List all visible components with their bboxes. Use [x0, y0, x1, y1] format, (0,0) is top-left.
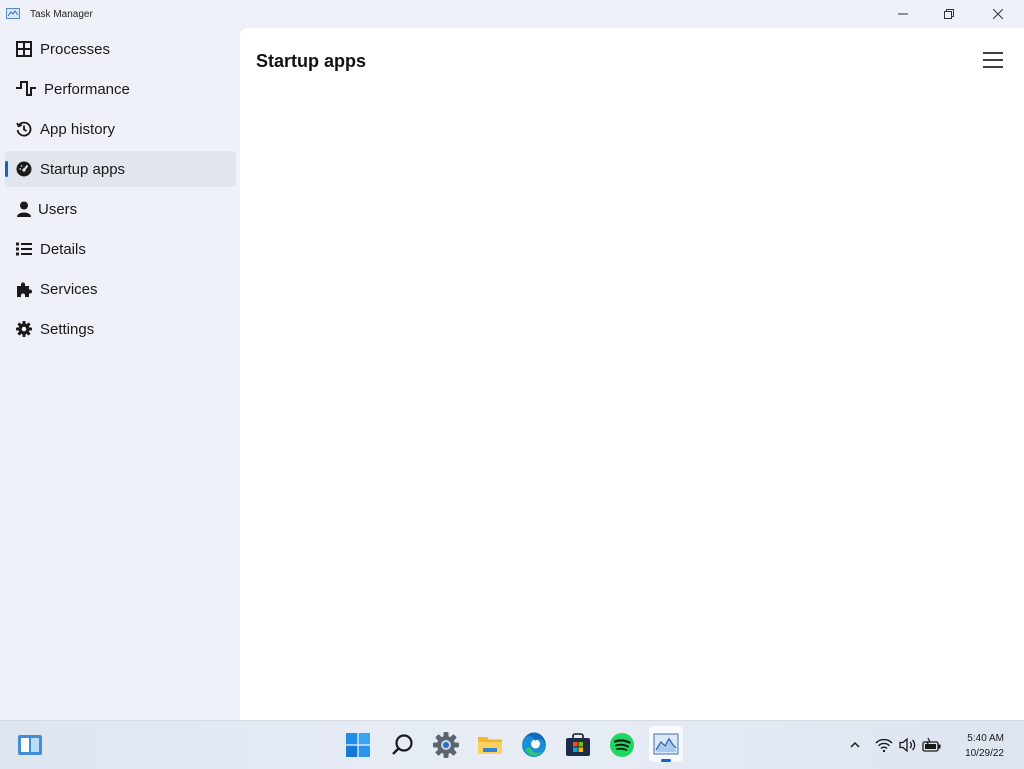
spotify-icon	[610, 733, 634, 757]
history-clock-icon	[16, 121, 32, 137]
sidebar-item-label: Settings	[40, 321, 95, 338]
sidebar-item-startup-apps[interactable]: Startup apps	[5, 151, 236, 187]
taskbar-widgets[interactable]	[14, 729, 46, 761]
battery-icon	[922, 737, 941, 752]
sidebar-item-processes[interactable]: Processes	[5, 31, 236, 67]
settings-icon	[433, 732, 459, 758]
services-puzzle-icon	[17, 282, 32, 297]
menu-hamburger-icon[interactable]	[982, 50, 1004, 70]
taskbar-edge[interactable]	[518, 729, 550, 761]
clock-date: 10/29/22	[965, 748, 1004, 759]
page-title: Startup apps	[256, 51, 367, 71]
close-icon	[993, 9, 1003, 19]
taskbar-task-manager[interactable]	[649, 726, 683, 762]
wifi-icon	[875, 738, 893, 753]
details-list-icon	[16, 242, 32, 256]
running-indicator	[661, 759, 671, 762]
sidebar-item-label: Processes	[40, 41, 111, 58]
minimize-icon	[898, 13, 908, 15]
restore-button[interactable]	[926, 0, 972, 28]
minimize-button[interactable]	[880, 0, 926, 28]
sidebar-item-details[interactable]: Details	[5, 231, 236, 267]
start-icon	[346, 733, 370, 757]
taskbar-search[interactable]	[387, 729, 419, 761]
taskbar: 5:40 AM 10/29/22	[0, 720, 1024, 769]
sidebar-item-services[interactable]: Services	[5, 271, 236, 307]
task-manager-app-icon	[6, 8, 20, 19]
sidebar-item-performance[interactable]: Performance	[5, 71, 236, 107]
restore-icon	[944, 9, 954, 19]
window-title: Task Manager	[30, 9, 93, 20]
clock-time: 5:40 AM	[967, 733, 1004, 744]
title-bar: Task Manager	[0, 0, 1024, 28]
taskbar-settings[interactable]	[430, 729, 462, 761]
main-content: Startup apps	[240, 28, 1024, 720]
tray-battery[interactable]	[922, 735, 942, 755]
tray-network[interactable]	[874, 735, 894, 755]
file-explorer-icon	[478, 737, 502, 754]
startup-gauge-icon	[16, 161, 32, 177]
sidebar-item-app-history[interactable]: App history	[5, 111, 236, 147]
store-icon	[566, 733, 590, 756]
taskbar-clock[interactable]: 5:40 AM 10/29/22	[965, 731, 1004, 761]
taskbar-start[interactable]	[342, 729, 374, 761]
volume-icon	[899, 737, 916, 753]
task-manager-window: Task Manager Processes Performance App h…	[0, 0, 1024, 720]
sidebar-item-label: Details	[40, 241, 86, 258]
chevron-up-icon	[850, 741, 860, 748]
task-manager-icon	[653, 733, 679, 755]
user-icon	[17, 201, 31, 217]
search-icon	[392, 734, 413, 755]
sidebar-item-label: Startup apps	[40, 161, 126, 178]
sidebar-item-label: Users	[38, 201, 78, 218]
tray-volume[interactable]	[898, 735, 918, 755]
tray-overflow[interactable]	[845, 735, 865, 755]
navigation-sidebar: Processes Performance App history Startu…	[0, 28, 240, 720]
performance-pulse-icon	[16, 81, 36, 96]
taskbar-spotify[interactable]	[606, 729, 638, 761]
edge-icon	[522, 732, 546, 757]
sidebar-item-label: App history	[40, 121, 116, 138]
processes-grid-icon	[16, 41, 32, 57]
close-button[interactable]	[975, 0, 1021, 28]
sidebar-item-label: Performance	[44, 81, 130, 98]
taskbar-store[interactable]	[562, 729, 594, 761]
widgets-icon	[18, 735, 42, 755]
sidebar-item-users[interactable]: Users	[5, 191, 236, 227]
sidebar-item-settings[interactable]: Settings	[5, 311, 236, 347]
active-indicator	[5, 161, 8, 177]
sidebar-item-label: Services	[40, 281, 98, 298]
gear-icon	[16, 321, 32, 337]
taskbar-file-explorer[interactable]	[474, 729, 506, 761]
